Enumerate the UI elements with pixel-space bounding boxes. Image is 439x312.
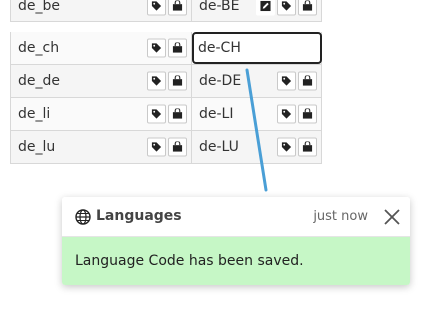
toast-title: Languages <box>96 208 182 224</box>
row-actions <box>277 71 317 91</box>
tag-icon <box>151 109 162 119</box>
code-label: de-DE <box>199 73 242 89</box>
row-actions <box>147 38 187 58</box>
table-row: de_li de-LI <box>10 98 322 131</box>
toast-timestamp: just now <box>313 209 368 224</box>
tag-icon <box>151 142 162 152</box>
table-row: de_ch <box>10 32 322 65</box>
locale-label: de_be <box>18 0 60 14</box>
row-actions <box>147 0 187 15</box>
tag-icon <box>151 76 162 86</box>
code-label: de-LU <box>199 139 239 155</box>
tag-button[interactable] <box>147 137 166 157</box>
tag-icon <box>151 0 162 11</box>
code-label: de-LI <box>199 106 234 122</box>
table-row: de_lu de-LU <box>10 131 322 164</box>
toast-message: Language Code has been saved. <box>75 253 304 269</box>
shop-button[interactable] <box>298 104 317 124</box>
tag-icon <box>281 142 292 152</box>
shop-button[interactable] <box>168 104 187 124</box>
locale-label: de_lu <box>18 139 56 155</box>
row-actions <box>277 137 317 157</box>
row-actions <box>147 137 187 157</box>
code-cell: de-DE <box>192 65 322 97</box>
shop-button[interactable] <box>298 71 317 91</box>
locale-label: de_li <box>18 106 51 122</box>
toast-notification: Languages just now Language Code has bee… <box>62 197 410 285</box>
shop-button[interactable] <box>168 71 187 91</box>
locale-cell: de_ch <box>10 32 192 64</box>
shop-icon <box>302 75 313 86</box>
shop-button[interactable] <box>168 137 187 157</box>
tag-button[interactable] <box>147 104 166 124</box>
locale-cell: de_be <box>10 0 192 21</box>
tag-icon <box>281 76 292 86</box>
code-cell: de-LU <box>192 131 322 163</box>
code-cell-editing <box>192 32 322 64</box>
shop-icon <box>302 141 313 152</box>
locale-label: de_de <box>18 73 60 89</box>
row-actions <box>256 0 317 15</box>
edit-icon <box>260 0 271 11</box>
tag-icon <box>281 109 292 119</box>
shop-icon <box>302 0 313 11</box>
table-row: de_be de-BE <box>10 0 322 22</box>
shop-icon <box>172 0 183 11</box>
language-code-input[interactable] <box>192 32 322 64</box>
toast-body: Language Code has been saved. <box>62 237 410 285</box>
shop-button[interactable] <box>298 137 317 157</box>
shop-icon <box>172 42 183 53</box>
tag-button[interactable] <box>277 71 296 91</box>
tag-button[interactable] <box>147 0 166 15</box>
locale-cell: de_lu <box>10 131 192 163</box>
code-cell: de-BE <box>192 0 322 21</box>
code-cell: de-LI <box>192 98 322 130</box>
row-actions <box>277 104 317 124</box>
shop-button[interactable] <box>168 38 187 58</box>
tag-button[interactable] <box>277 0 296 15</box>
code-label: de-BE <box>199 0 240 14</box>
row-actions <box>147 104 187 124</box>
edit-button[interactable] <box>256 0 275 15</box>
tag-button[interactable] <box>277 137 296 157</box>
shop-button[interactable] <box>168 0 187 15</box>
language-table: de_be de-BE de_ch de-CH de_de de-DE de_l… <box>10 0 322 164</box>
tag-button[interactable] <box>277 104 296 124</box>
table-row: de_de de-DE <box>10 65 322 98</box>
toast-header: Languages just now <box>62 197 410 237</box>
tag-icon <box>151 43 162 53</box>
locale-cell: de_de <box>10 65 192 97</box>
locale-label: de_ch <box>18 40 60 56</box>
shop-icon <box>172 75 183 86</box>
globe-icon <box>75 209 91 225</box>
shop-icon <box>302 108 313 119</box>
shop-button[interactable] <box>298 0 317 15</box>
tag-icon <box>281 0 292 11</box>
close-icon[interactable] <box>382 207 402 227</box>
row-actions <box>147 71 187 91</box>
shop-icon <box>172 141 183 152</box>
shop-icon <box>172 108 183 119</box>
page: de_be de-BE de_ch de-CH de_de de-DE de_l… <box>0 0 439 312</box>
tag-button[interactable] <box>147 71 166 91</box>
tag-button[interactable] <box>147 38 166 58</box>
locale-cell: de_li <box>10 98 192 130</box>
